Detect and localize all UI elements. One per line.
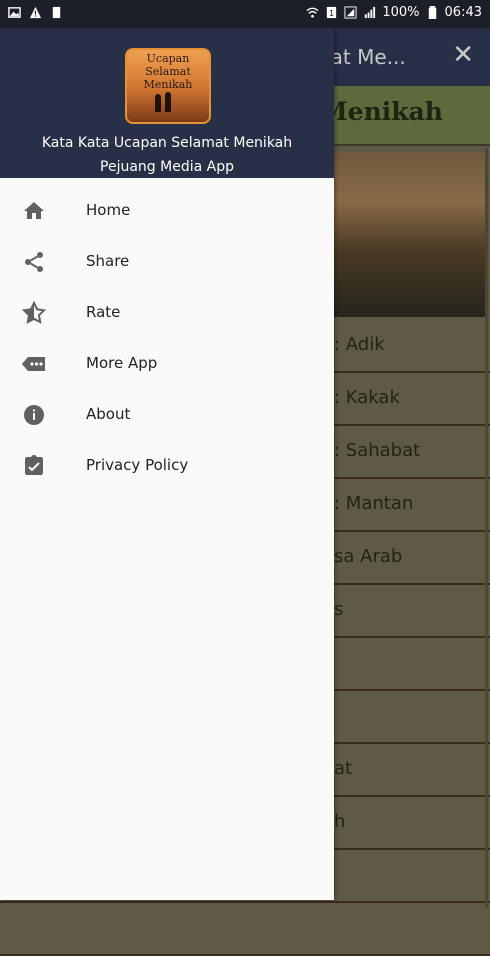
menu-item-label: Home — [86, 201, 131, 219]
logo-figure — [155, 94, 161, 112]
menu-item-share[interactable]: Share — [0, 237, 334, 288]
menu-item-more-app[interactable]: More App — [0, 339, 334, 390]
signal-icon — [344, 6, 357, 19]
navigation-drawer: Ucapan Selamat Menikah Kata Kata Ucapan … — [0, 28, 334, 900]
drawer-subtitle: Pejuang Media App — [100, 159, 234, 175]
list-item[interactable] — [0, 903, 490, 956]
drawer-menu: Home Share Rate More App About Privacy P… — [0, 186, 334, 492]
signal-bars-icon — [365, 6, 376, 19]
status-bar: 1 100% 06:43 — [0, 0, 490, 28]
menu-item-label: More App — [86, 354, 158, 372]
menu-item-label: Share — [86, 252, 130, 270]
close-icon[interactable]: ✕ — [452, 40, 474, 70]
drawer-header: Ucapan Selamat Menikah Kata Kata Ucapan … — [0, 28, 334, 178]
heading-text: Menikah — [320, 97, 443, 126]
sd-card-icon — [52, 6, 61, 19]
clipboard-check-icon — [25, 455, 43, 475]
header-image — [320, 152, 485, 317]
clock: 06:43 — [444, 5, 482, 20]
sim-one-icon: 1 — [327, 6, 337, 18]
menu-item-label: Privacy Policy — [86, 456, 189, 474]
logo-figure — [165, 92, 171, 112]
drawer-title: Kata Kata Ucapan Selamat Menikah — [41, 135, 293, 151]
image-icon — [8, 7, 21, 18]
app-logo: Ucapan Selamat Menikah — [125, 48, 211, 124]
info-icon — [24, 405, 44, 425]
more-app-icon — [22, 357, 45, 371]
menu-item-label: About — [86, 405, 131, 423]
menu-item-privacy-policy[interactable]: Privacy Policy — [0, 441, 334, 492]
battery-icon — [428, 6, 436, 19]
menu-item-label: Rate — [86, 303, 121, 321]
home-icon — [24, 202, 44, 219]
wifi-icon — [306, 7, 319, 18]
menu-item-rate[interactable]: Rate — [0, 288, 334, 339]
svg-text:1: 1 — [329, 8, 334, 18]
menu-item-home[interactable]: Home — [0, 186, 334, 237]
share-icon — [25, 252, 43, 272]
scrollbar[interactable] — [485, 148, 488, 908]
warning-icon — [29, 6, 42, 19]
battery-percent: 100% — [382, 5, 420, 20]
star-half-icon — [22, 301, 46, 324]
menu-item-about[interactable]: About — [0, 390, 334, 441]
